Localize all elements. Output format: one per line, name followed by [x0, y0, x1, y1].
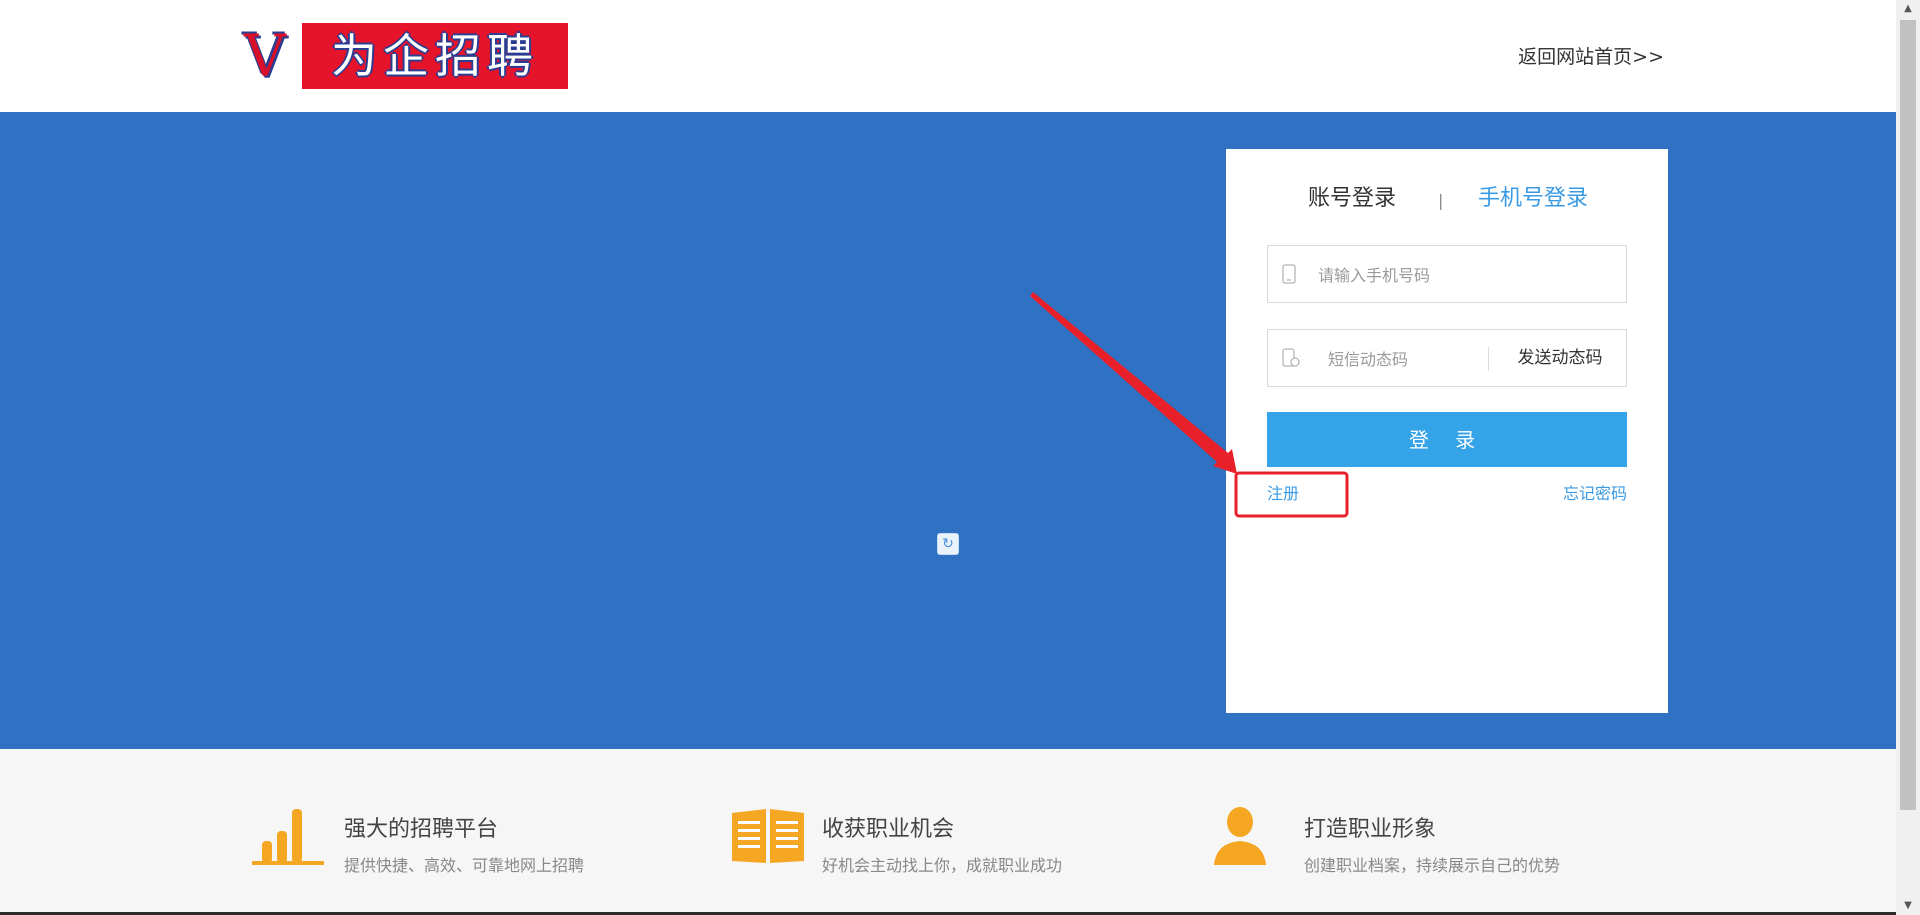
- register-link[interactable]: 注册: [1267, 480, 1299, 504]
- logo-text: 为企招聘: [331, 29, 539, 83]
- person-icon: [1214, 807, 1266, 865]
- scroll-thumb[interactable]: [1900, 20, 1916, 810]
- code-divider: [1488, 347, 1489, 371]
- sms-code-icon: [1282, 348, 1300, 367]
- scroll-down-arrow-icon[interactable]: ▼: [1896, 897, 1920, 915]
- forgot-password-link[interactable]: 忘记密码: [1563, 480, 1627, 504]
- site-logo[interactable]: V 为企招聘: [244, 23, 568, 89]
- scroll-up-arrow-icon[interactable]: ▲: [1896, 0, 1920, 18]
- send-code-button[interactable]: 发送动态码: [1500, 330, 1620, 386]
- logo-letter: V: [244, 22, 286, 90]
- feature-desc: 好机会主动找上你，成就职业成功: [822, 856, 1063, 875]
- sms-code-input[interactable]: [1326, 342, 1480, 376]
- feature-desc: 提供快捷、高效、可靠地网上招聘: [344, 856, 585, 875]
- features-section: 强大的招聘平台 提供快捷、高效、可靠地网上招聘 收获职业机会 好机会主动找上你，…: [0, 749, 1896, 915]
- back-home-link[interactable]: 返回网站首页>>: [1518, 42, 1664, 69]
- login-card: 账号登录 | 手机号登录 发送动态码 登 录 注册 忘记密码: [1226, 149, 1668, 713]
- feature-title: 打造职业形象: [1304, 817, 1437, 842]
- sms-code-field: 发送动态码: [1267, 329, 1627, 387]
- login-tabs: 账号登录 | 手机号登录: [1226, 179, 1668, 219]
- feature-desc: 创建职业档案，持续展示自己的优势: [1304, 856, 1561, 875]
- phone-input[interactable]: [1316, 258, 1600, 292]
- refresh-icon: ↻: [937, 533, 959, 555]
- login-button[interactable]: 登 录: [1267, 412, 1627, 467]
- mobile-phone-icon: [1282, 264, 1296, 284]
- vertical-scrollbar[interactable]: ▲ ▼: [1896, 0, 1920, 915]
- open-book-icon: [732, 809, 804, 863]
- bar-chart-icon: [252, 809, 324, 865]
- feature-title: 强大的招聘平台: [344, 817, 499, 842]
- feature-title: 收获职业机会: [822, 817, 955, 842]
- tab-separator: |: [1438, 191, 1444, 210]
- tab-phone-login[interactable]: 手机号登录: [1478, 179, 1588, 219]
- logo-box: 为企招聘: [302, 23, 568, 89]
- phone-field: [1267, 245, 1627, 303]
- tab-account-login[interactable]: 账号登录: [1308, 179, 1396, 219]
- header: V 为企招聘 返回网站首页>>: [0, 0, 1896, 112]
